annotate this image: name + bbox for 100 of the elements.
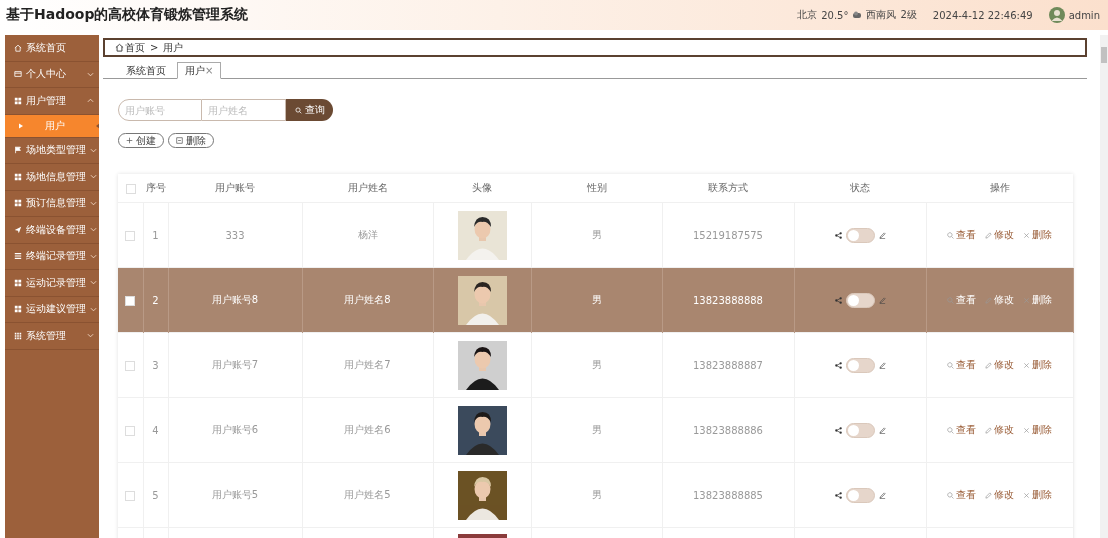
- edit-link[interactable]: 修改: [985, 488, 1014, 502]
- row-checkbox[interactable]: [125, 425, 136, 436]
- datetime-text: 2024-4-12 22:46:49: [932, 9, 1033, 21]
- column-header: 用户账号: [215, 182, 255, 193]
- table-cell: 13823888885: [693, 489, 763, 501]
- pen-icon: [878, 231, 886, 239]
- edit-link[interactable]: 修改: [985, 358, 1014, 372]
- create-button[interactable]: 创建: [118, 133, 164, 148]
- column-header: 头像: [472, 182, 492, 193]
- chevron-down-icon: [90, 174, 97, 180]
- close-icon: [1023, 296, 1030, 304]
- sidebar-item[interactable]: 终端记录管理: [5, 243, 99, 270]
- row-checkbox[interactable]: [125, 360, 136, 371]
- select-all-checkbox[interactable]: [125, 183, 136, 194]
- breadcrumb-separator: >: [150, 42, 159, 53]
- view-link[interactable]: 查看: [947, 358, 976, 372]
- app-title: 基于Hadoop的高校体育锻炼管理系统: [6, 6, 249, 24]
- search-icon: [947, 491, 954, 499]
- table-row[interactable]: 5 用户账号5 用户姓名5 男 13823888885 查看 修改 删除: [118, 462, 1073, 528]
- wind-text: 西南风: [866, 8, 897, 22]
- edit-link[interactable]: 修改: [985, 423, 1014, 437]
- status-switch[interactable]: [845, 292, 875, 308]
- pencil-icon: [985, 491, 992, 499]
- apps-icon: [14, 331, 22, 340]
- sidebar-item[interactable]: 场地类型管理: [5, 137, 99, 164]
- table-row[interactable]: 3 用户账号7 用户姓名7 男 13823888887 查看 修改 删除: [118, 332, 1073, 398]
- city-text: 北京: [797, 8, 818, 22]
- sidebar-item[interactable]: 预订信息管理: [5, 190, 99, 217]
- search-button[interactable]: 查询: [286, 99, 333, 121]
- table-cell: 用户姓名8: [344, 294, 391, 305]
- chevron-down-icon: [90, 253, 97, 259]
- edit-link[interactable]: 修改: [985, 228, 1014, 242]
- delete-link[interactable]: 删除: [1023, 423, 1052, 437]
- status-switch[interactable]: [845, 487, 875, 503]
- flag-icon: [14, 146, 22, 155]
- view-link[interactable]: 查看: [947, 228, 976, 242]
- chevron-down-icon: [90, 280, 97, 286]
- sidebar-item[interactable]: 场地信息管理: [5, 164, 99, 191]
- search-field[interactable]: 用户姓名: [202, 99, 286, 121]
- search-icon: [947, 296, 954, 304]
- table-cell: 用户姓名6: [344, 424, 391, 435]
- delete-link[interactable]: 删除: [1023, 358, 1052, 372]
- status-switch[interactable]: [845, 357, 875, 373]
- sidebar-item[interactable]: 系统首页: [5, 35, 99, 62]
- table-cell: 用户姓名5: [344, 489, 391, 500]
- sidebar-item[interactable]: 系统管理: [5, 323, 99, 350]
- table-cell: 333: [225, 229, 245, 241]
- sidebar-item[interactable]: 终端设备管理: [5, 217, 99, 244]
- username-text[interactable]: admin: [1068, 9, 1100, 21]
- table-cell: 1: [152, 229, 159, 241]
- table-row[interactable]: 4 用户账号6 用户姓名6 男 13823888886 查看 修改 删除: [118, 397, 1073, 463]
- sidebar-item[interactable]: 运动建议管理: [5, 296, 99, 323]
- delete-link[interactable]: 删除: [1023, 228, 1052, 242]
- close-icon: [1023, 491, 1030, 499]
- breadcrumb-link[interactable]: 首页: [125, 40, 145, 55]
- page-tab[interactable]: 用户×: [177, 62, 222, 79]
- share-icon: [834, 231, 842, 239]
- table-cell: 13823888886: [693, 424, 763, 436]
- table-cell: 男: [591, 229, 602, 240]
- chevron-down-icon: [90, 147, 97, 153]
- search-field[interactable]: 用户账号: [118, 99, 202, 121]
- pen-icon: [878, 426, 886, 434]
- window-icon: [14, 70, 22, 79]
- pencil-icon: [985, 296, 992, 304]
- send-icon: [14, 225, 22, 234]
- delete-button[interactable]: 删除: [168, 133, 214, 148]
- view-link[interactable]: 查看: [947, 293, 976, 307]
- edit-link[interactable]: 修改: [985, 293, 1014, 307]
- table-cell: 用户账号8: [211, 294, 259, 305]
- close-icon: [1023, 361, 1030, 369]
- grid-icon: [14, 305, 22, 314]
- table-cell: 用户姓名7: [344, 359, 391, 370]
- table-cell: 4: [152, 424, 159, 436]
- home-icon: [14, 43, 22, 52]
- chevron-down-icon: [90, 306, 97, 312]
- row-checkbox[interactable]: [125, 230, 136, 241]
- row-checkbox[interactable]: [125, 490, 136, 501]
- table-row[interactable]: 2 用户账号8 用户姓名8 男 13823888888 查看 修改 删除: [118, 267, 1073, 333]
- table-cell: 3: [152, 359, 159, 371]
- page-tab[interactable]: 系统首页: [119, 63, 173, 78]
- delete-link[interactable]: 删除: [1023, 293, 1052, 307]
- breadcrumb-link[interactable]: 用户: [163, 40, 184, 55]
- status-switch[interactable]: [845, 422, 875, 438]
- sidebar-item[interactable]: 运动记录管理: [5, 270, 99, 297]
- search-icon: [947, 426, 954, 434]
- row-checkbox[interactable]: [125, 295, 136, 306]
- sidebar-item[interactable]: 个人中心: [5, 61, 99, 88]
- scrollbar[interactable]: [1100, 35, 1108, 538]
- share-icon: [834, 491, 842, 499]
- delete-link[interactable]: 删除: [1023, 488, 1052, 502]
- sidebar-item[interactable]: 用户管理: [5, 88, 99, 115]
- user-avatar-icon[interactable]: [1048, 7, 1065, 23]
- view-link[interactable]: 查看: [947, 488, 976, 502]
- pointer-icon: [96, 122, 99, 129]
- status-switch[interactable]: [845, 227, 875, 243]
- view-link[interactable]: 查看: [947, 423, 976, 437]
- pencil-icon: [985, 426, 992, 434]
- grid-icon: [14, 278, 22, 287]
- table-cell: 男: [591, 359, 602, 370]
- chevron-down-icon: [90, 200, 97, 206]
